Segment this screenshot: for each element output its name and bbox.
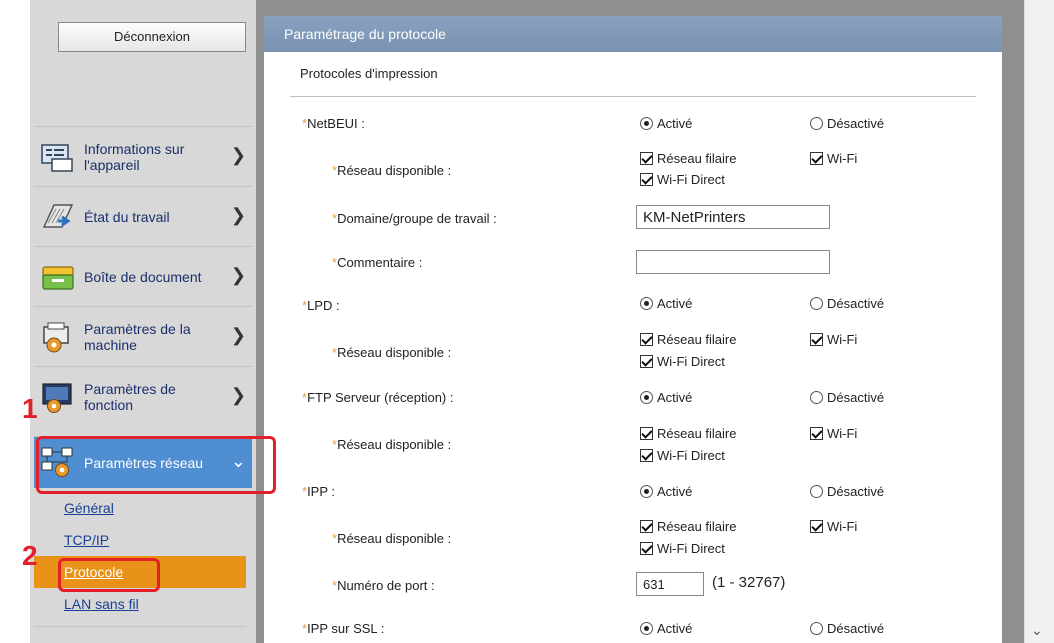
- sidebar-item-label: Paramètres de la machine: [84, 320, 191, 353]
- workgroup-label: *Domaine/groupe de travail :: [332, 211, 497, 226]
- document-box-icon: [40, 261, 76, 293]
- ftp-wifi-checkbox[interactable]: Wi-Fi: [810, 426, 857, 441]
- machine-settings-icon: [40, 321, 76, 353]
- callout-box-2: [58, 558, 160, 592]
- lpd-wifi-direct-checkbox[interactable]: Wi-Fi Direct: [640, 354, 725, 369]
- sublink-wireless-lan[interactable]: LAN sans fil: [64, 596, 139, 612]
- ipp-label: *IPP :: [302, 484, 336, 499]
- checkbox-checked-icon[interactable]: [640, 152, 653, 165]
- section-title: Protocoles d'impression: [300, 66, 438, 81]
- port-range: (1 - 32767): [712, 574, 786, 591]
- ipp-ssl-label: *IPP sur SSL :: [302, 621, 385, 636]
- radio-selected-icon[interactable]: [640, 117, 653, 130]
- sidebar-item-machine-settings[interactable]: Paramètres de la machine ❯: [34, 306, 252, 366]
- ftp-on-radio[interactable]: Activé: [640, 390, 692, 405]
- netbeui-wifi-direct-checkbox[interactable]: Wi-Fi Direct: [640, 172, 725, 187]
- ipp-wifi-direct-checkbox[interactable]: Wi-Fi Direct: [640, 541, 725, 556]
- checkbox-checked-icon[interactable]: [810, 520, 823, 533]
- sidebar-item-function-settings[interactable]: Paramètres de fonction ❯: [34, 366, 252, 426]
- sidebar-item-label: Paramètres de fonction: [84, 380, 176, 413]
- chevron-right-icon: ❯: [230, 145, 246, 165]
- ipp-on-radio[interactable]: Activé: [640, 484, 692, 499]
- ipp-wired-checkbox[interactable]: Réseau filaire: [640, 519, 737, 534]
- comment-label: *Commentaire :: [332, 255, 423, 270]
- right-gutter: [1002, 16, 1024, 643]
- chevron-right-icon: ❯: [230, 265, 246, 285]
- radio-selected-icon[interactable]: [640, 297, 653, 310]
- sidebar-divider: [34, 626, 246, 627]
- radio-selected-icon[interactable]: [640, 622, 653, 635]
- checkbox-checked-icon[interactable]: [640, 333, 653, 346]
- checkbox-checked-icon[interactable]: [640, 542, 653, 555]
- checkbox-checked-icon[interactable]: [810, 427, 823, 440]
- checkbox-checked-icon[interactable]: [640, 449, 653, 462]
- ftp-label: *FTP Serveur (réception) :: [302, 390, 454, 405]
- checkbox-checked-icon[interactable]: [810, 152, 823, 165]
- ftp-off-radio[interactable]: Désactivé: [810, 390, 884, 405]
- ipp-wifi-checkbox[interactable]: Wi-Fi: [810, 519, 857, 534]
- ftp-network-label: *Réseau disponible :: [332, 437, 452, 452]
- page-title: Paramétrage du protocole: [264, 16, 1002, 52]
- port-label: *Numéro de port :: [332, 578, 435, 593]
- netbeui-label: *NetBEUI :: [302, 116, 365, 131]
- comment-input[interactable]: [636, 250, 830, 274]
- callout-box-1: [36, 436, 276, 494]
- radio-selected-icon[interactable]: [640, 485, 653, 498]
- checkbox-checked-icon[interactable]: [640, 173, 653, 186]
- lpd-on-radio[interactable]: Activé: [640, 296, 692, 311]
- ftp-wifi-direct-checkbox[interactable]: Wi-Fi Direct: [640, 448, 725, 463]
- lpd-network-label: *Réseau disponible :: [332, 345, 452, 360]
- netbeui-on-radio[interactable]: Activé: [640, 116, 692, 131]
- checkbox-checked-icon[interactable]: [640, 355, 653, 368]
- sublink-general[interactable]: Général: [64, 500, 114, 516]
- callout-number-1: 1: [22, 393, 38, 424]
- netbeui-network-label: *Réseau disponible :: [332, 163, 452, 178]
- lpd-label: *LPD :: [302, 298, 340, 313]
- radio-icon[interactable]: [810, 485, 823, 498]
- checkbox-checked-icon[interactable]: [810, 333, 823, 346]
- scroll-down-icon[interactable]: ⌄: [1031, 622, 1043, 639]
- workgroup-input[interactable]: [636, 205, 830, 229]
- radio-selected-icon[interactable]: [640, 391, 653, 404]
- sidebar-gutter: [256, 0, 264, 643]
- chevron-right-icon: ❯: [230, 205, 246, 225]
- top-bar: [264, 0, 1024, 16]
- sidebar-item-document-box[interactable]: Boîte de document ❯: [34, 246, 252, 306]
- lpd-wifi-checkbox[interactable]: Wi-Fi: [810, 332, 857, 347]
- logout-button[interactable]: Déconnexion: [58, 22, 246, 52]
- netbeui-off-radio[interactable]: Désactivé: [810, 116, 884, 131]
- netbeui-wifi-checkbox[interactable]: Wi-Fi: [810, 151, 857, 166]
- ipp-ssl-off-radio[interactable]: Désactivé: [810, 621, 884, 636]
- chevron-right-icon: ❯: [230, 385, 246, 405]
- sidebar-item-label: Informations sur l'appareil: [84, 140, 185, 173]
- job-status-icon: [40, 201, 76, 233]
- netbeui-wired-checkbox[interactable]: Réseau filaire: [640, 151, 737, 166]
- callout-number-2: 2: [22, 540, 38, 571]
- radio-icon[interactable]: [810, 391, 823, 404]
- checkbox-checked-icon[interactable]: [640, 520, 653, 533]
- ipp-off-radio[interactable]: Désactivé: [810, 484, 884, 499]
- port-input[interactable]: [636, 572, 704, 596]
- device-info-icon: [40, 141, 76, 173]
- page-scrollbar[interactable]: ⌄: [1024, 0, 1054, 643]
- section-divider: [290, 96, 976, 97]
- checkbox-checked-icon[interactable]: [640, 427, 653, 440]
- chevron-right-icon: ❯: [230, 325, 246, 345]
- ipp-network-label: *Réseau disponible :: [332, 531, 452, 546]
- function-settings-icon: [40, 381, 76, 413]
- ipp-ssl-on-radio[interactable]: Activé: [640, 621, 692, 636]
- radio-icon[interactable]: [810, 622, 823, 635]
- sidebar-item-label: État du travail: [84, 208, 170, 225]
- sidebar-item-job-status[interactable]: État du travail ❯: [34, 186, 252, 246]
- lpd-off-radio[interactable]: Désactivé: [810, 296, 884, 311]
- ftp-wired-checkbox[interactable]: Réseau filaire: [640, 426, 737, 441]
- lpd-wired-checkbox[interactable]: Réseau filaire: [640, 332, 737, 347]
- radio-icon[interactable]: [810, 297, 823, 310]
- radio-icon[interactable]: [810, 117, 823, 130]
- sidebar-item-device-info[interactable]: Informations sur l'appareil ❯: [34, 126, 252, 186]
- sublink-tcpip[interactable]: TCP/IP: [64, 532, 109, 548]
- sidebar-item-label: Boîte de document: [84, 268, 202, 285]
